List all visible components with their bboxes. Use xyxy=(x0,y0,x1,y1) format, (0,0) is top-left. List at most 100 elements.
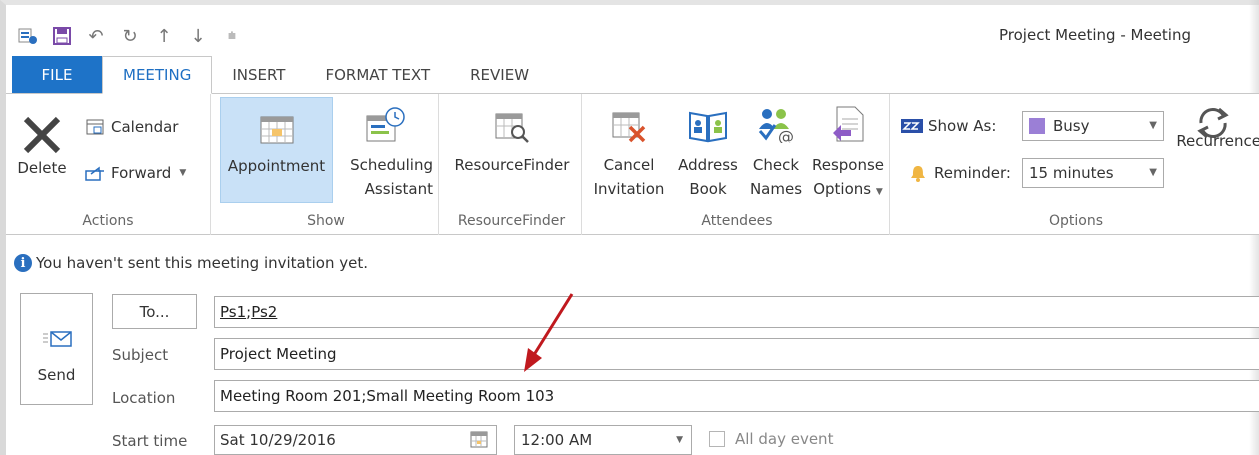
cancel-label-1: Cancel xyxy=(603,156,655,174)
reminder-label: Reminder: xyxy=(907,164,1011,182)
group-label-actions: Actions xyxy=(82,213,134,229)
response-label-2-text: Options xyxy=(813,180,872,198)
response-label-2: Options ▼ xyxy=(807,177,889,204)
start-date-field[interactable]: Sat 10/29/2016 xyxy=(214,425,497,455)
address-book-button[interactable]: Address Book xyxy=(673,97,743,201)
tab-file[interactable]: FILE xyxy=(12,56,102,94)
to-field[interactable]: Ps1; Ps2 xyxy=(214,296,1259,328)
tab-meeting[interactable]: MEETING xyxy=(102,56,213,94)
check-label-1: Check xyxy=(752,156,800,174)
all-day-label: All day event xyxy=(735,430,834,448)
calendar-picker-icon[interactable] xyxy=(470,431,488,452)
redo-icon[interactable]: ↻ xyxy=(116,24,144,48)
forward-label: Forward xyxy=(111,164,172,182)
appointment-icon xyxy=(221,98,332,144)
group-options: Show As: Busy ▼ Reminder: 15 minutes ▼ R… xyxy=(893,94,1259,235)
scheduling-label-2: Assistant xyxy=(364,180,433,198)
address-label-2: Book xyxy=(689,180,727,198)
start-time-label: Start time xyxy=(112,432,188,450)
subject-field[interactable]: Project Meeting xyxy=(214,338,1259,370)
subject-label: Subject xyxy=(112,346,169,364)
cancel-invitation-button[interactable]: Cancel Invitation xyxy=(587,97,671,201)
appointment-button[interactable]: Appointment xyxy=(220,97,333,203)
calendar-icon xyxy=(84,118,106,136)
undo-icon[interactable]: ↶ xyxy=(82,24,110,48)
send-button[interactable]: Send xyxy=(20,293,93,405)
resourcefinder-button[interactable]: ResourceFinder xyxy=(446,97,578,177)
save-icon[interactable] xyxy=(48,24,76,48)
show-as-text: Show As: xyxy=(928,117,997,135)
cancel-label-2: Invitation xyxy=(593,180,665,198)
show-as-icon xyxy=(901,117,923,135)
delete-icon xyxy=(12,104,72,156)
check-names-button[interactable]: @ Check Names xyxy=(743,97,809,201)
tab-review[interactable]: REVIEW xyxy=(450,56,549,94)
delete-label: Delete xyxy=(17,159,67,177)
resourcefinder-icon xyxy=(446,97,578,143)
group-show: Appointment Scheduling Assistant Show xyxy=(214,94,439,235)
start-time-value: 12:00 AM xyxy=(521,431,593,449)
down-icon[interactable]: ↓ xyxy=(184,24,212,48)
show-as-label: Show As: xyxy=(901,117,996,135)
location-label: Location xyxy=(112,389,176,407)
up-icon[interactable]: ↑ xyxy=(150,24,178,48)
outlook-icon[interactable] xyxy=(14,24,42,48)
recipient-ps2[interactable]: Ps2 xyxy=(251,303,277,321)
group-label-show: Show xyxy=(307,213,345,229)
chevron-down-icon: ▼ xyxy=(1149,120,1157,131)
tab-insert[interactable]: INSERT xyxy=(212,56,305,94)
ribbon: Delete Calendar Forward ▼ Actions Appoin… xyxy=(6,93,1259,235)
chevron-down-icon: ▼ xyxy=(875,187,883,197)
recurrence-label: Recurrence xyxy=(1176,132,1259,150)
chevron-down-icon: ▼ xyxy=(1149,167,1157,178)
group-label-resourcefinder: ResourceFinder xyxy=(457,213,566,229)
check-label-2: Names xyxy=(749,180,803,198)
recurrence-button[interactable]: Recurrence xyxy=(1165,97,1259,153)
response-options-button[interactable]: Response Options ▼ xyxy=(807,97,889,204)
start-time-dropdown[interactable]: 12:00 AM ▼ xyxy=(514,425,692,455)
cancel-invitation-icon xyxy=(587,97,671,143)
ribbon-tabs: FILE MEETING INSERT FORMAT TEXT REVIEW xyxy=(12,56,549,94)
customize-qat-icon[interactable]: ⩧ xyxy=(218,24,246,48)
info-bar: i You haven't sent this meeting invitati… xyxy=(14,254,368,272)
forward-button[interactable]: Forward ▼ xyxy=(84,164,186,182)
start-date-value: Sat 10/29/2016 xyxy=(220,431,336,449)
delete-button[interactable]: Delete xyxy=(12,104,72,180)
bell-icon xyxy=(907,164,929,182)
all-day-box[interactable] xyxy=(709,431,725,447)
group-actions: Delete Calendar Forward ▼ Actions xyxy=(6,94,211,235)
show-as-dropdown[interactable]: Busy ▼ xyxy=(1022,111,1164,141)
info-text: You haven't sent this meeting invitation… xyxy=(36,254,369,272)
response-label-1: Response xyxy=(811,156,885,174)
chevron-down-icon: ▼ xyxy=(676,435,683,445)
reminder-text: Reminder: xyxy=(934,164,1011,182)
quick-access-toolbar: ↶ ↻ ↑ ↓ ⩧ xyxy=(14,20,252,52)
response-options-icon xyxy=(807,97,889,143)
svg-text:@: @ xyxy=(778,127,794,143)
location-field[interactable]: Meeting Room 201;Small Meeting Room 103 xyxy=(214,380,1259,412)
address-label-1: Address xyxy=(678,156,738,174)
chevron-down-icon: ▼ xyxy=(179,168,187,178)
forward-icon xyxy=(84,164,106,182)
check-names-icon: @ xyxy=(743,97,809,143)
tab-format-text[interactable]: FORMAT TEXT xyxy=(305,56,450,94)
group-label-options: Options xyxy=(1048,213,1104,229)
annotation-arrow-icon xyxy=(524,293,574,372)
scheduling-assistant-button[interactable]: Scheduling Assistant xyxy=(337,97,433,201)
calendar-label: Calendar xyxy=(111,118,179,136)
resourcefinder-label: ResourceFinder xyxy=(454,156,570,174)
busy-swatch xyxy=(1029,118,1045,134)
show-as-value: Busy xyxy=(1053,117,1090,135)
all-day-checkbox[interactable]: All day event xyxy=(709,430,833,448)
reminder-value: 15 minutes xyxy=(1029,164,1114,182)
send-icon xyxy=(43,330,73,352)
calendar-button[interactable]: Calendar xyxy=(84,118,178,136)
reminder-dropdown[interactable]: 15 minutes ▼ xyxy=(1022,158,1164,188)
to-button[interactable]: To... xyxy=(112,294,197,329)
appointment-label: Appointment xyxy=(227,157,326,175)
scheduling-assistant-icon xyxy=(337,97,433,143)
address-book-icon xyxy=(673,97,743,143)
window-title: Project Meeting - Meeting xyxy=(999,26,1191,44)
group-resourcefinder: ResourceFinder ResourceFinder xyxy=(442,94,582,235)
recipient-ps1[interactable]: Ps1 xyxy=(220,303,246,321)
